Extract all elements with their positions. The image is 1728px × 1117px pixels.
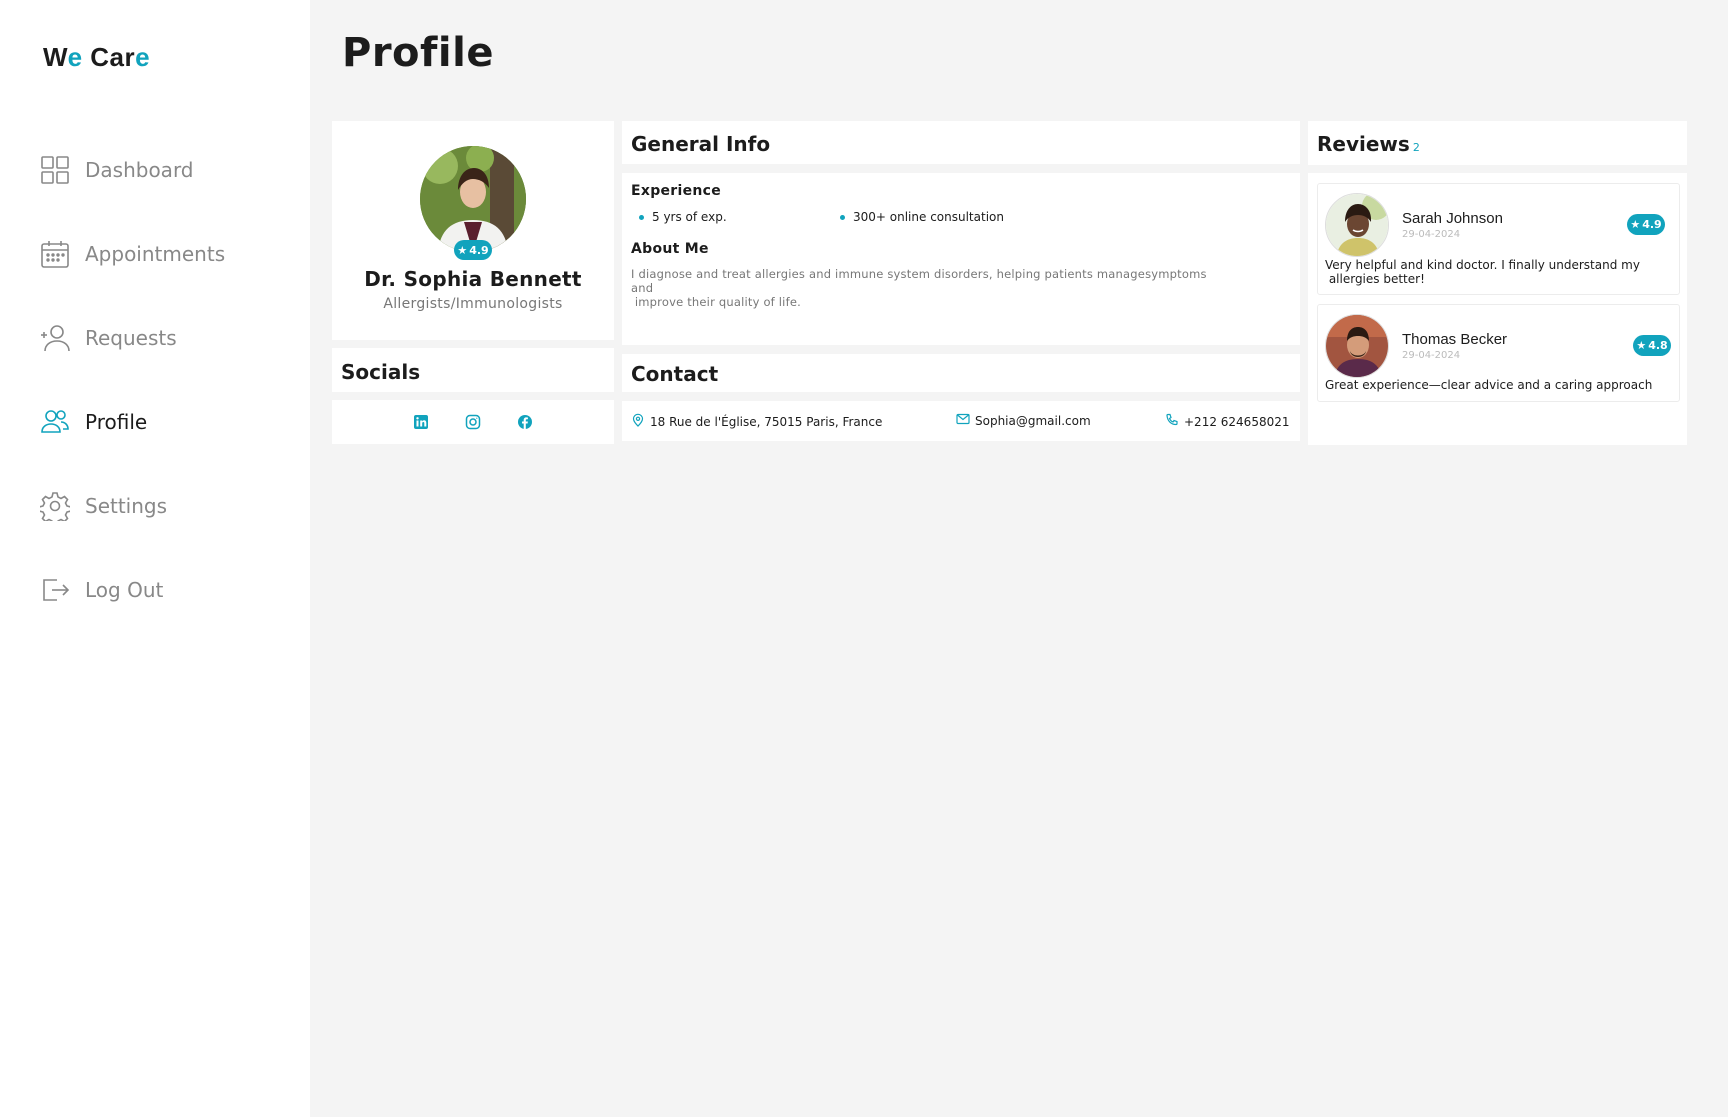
sidebar-item-settings[interactable]: Settings (40, 464, 300, 548)
contact-title: Contact (631, 362, 719, 386)
gear-icon (40, 491, 70, 521)
add-user-icon (40, 323, 70, 353)
linkedin-icon[interactable] (412, 413, 430, 431)
page-title: Profile (342, 30, 494, 76)
review-date: 29-04-2024 (1402, 229, 1461, 240)
sidebar-item-label: Dashboard (85, 158, 194, 182)
experience-item: 5 yrs of exp. (639, 210, 727, 224)
about-text: I diagnose and treat allergies and immun… (631, 267, 1207, 309)
users-icon (40, 407, 70, 437)
star-icon: ★ (457, 243, 468, 257)
socials-header: Socials (332, 348, 614, 392)
location-pin-icon (631, 413, 650, 430)
profile-card: ★ 4.9 Dr. Sophia Bennett Allergists/Immun… (332, 121, 614, 340)
logout-icon (40, 575, 70, 605)
doctor-name: Dr. Sophia Bennett (364, 267, 582, 291)
facebook-icon[interactable] (516, 413, 534, 431)
sidebar-item-appointments[interactable]: Appointments (40, 212, 300, 296)
sidebar-item-label: Requests (85, 326, 177, 350)
reviews-list: Sarah Johnson 29-04-2024 ★ 4.9 Very helpf… (1308, 173, 1687, 445)
doctor-avatar (420, 146, 526, 252)
contact-email[interactable]: Sophia@gmail.com (956, 412, 1091, 429)
reviewer-avatar (1325, 314, 1389, 378)
sidebar-item-label: Log Out (85, 578, 164, 602)
doctor-avatar-wrap: ★ 4.9 (420, 146, 526, 260)
socials-links (332, 400, 614, 444)
doctor-rating-badge: ★ 4.9 (454, 240, 492, 260)
sidebar-item-profile[interactable]: Profile (40, 380, 300, 464)
reviews-header: Reviews 2 (1308, 121, 1687, 165)
calendar-icon (40, 239, 70, 269)
contact-phone[interactable]: +212 624658021 (1165, 413, 1290, 430)
sidebar-item-label: Appointments (85, 242, 226, 266)
doctor-specialty: Allergists/Immunologists (383, 296, 563, 312)
general-info-title: General Info (631, 132, 771, 156)
review-card[interactable]: Thomas Becker 29-04-2024 ★ 4.8 Great expe… (1317, 304, 1680, 402)
experience-list: 5 yrs of exp. 300+ online consultation (631, 205, 1291, 235)
instagram-icon[interactable] (464, 413, 482, 431)
reviewer-name: Thomas Becker (1402, 331, 1508, 348)
review-text: Great experience—clear advice and a cari… (1325, 378, 1653, 392)
reviews-count: 2 (1412, 141, 1420, 154)
contact-address: 18 Rue de l'Église, 75015 Paris, France (631, 413, 882, 430)
bullet-icon (639, 214, 644, 220)
review-rating-badge: ★ 4.9 (1627, 214, 1665, 235)
experience-title: Experience (631, 183, 722, 199)
grid-icon (40, 155, 70, 185)
general-info-header: General Info (622, 121, 1300, 164)
star-icon: ★ (1630, 218, 1641, 231)
review-card[interactable]: Sarah Johnson 29-04-2024 ★ 4.9 Very helpf… (1317, 183, 1680, 295)
contact-body: 18 Rue de l'Église, 75015 Paris, France … (622, 401, 1300, 441)
sidebar-nav: Dashboard Appointments Requests Profile … (40, 128, 300, 632)
sidebar-item-logout[interactable]: Log Out (40, 548, 300, 632)
about-title: About Me (631, 241, 709, 257)
reviewer-avatar (1325, 193, 1389, 257)
sidebar-item-label: Profile (85, 410, 148, 434)
reviews-title: Reviews (1317, 132, 1410, 156)
sidebar: We Care Dashboard Appointments Requests … (0, 0, 310, 1117)
mail-icon (956, 412, 975, 429)
review-text: Very helpful and kind doctor. I finally … (1325, 258, 1640, 286)
contact-header: Contact (622, 354, 1300, 392)
bullet-icon (840, 214, 845, 220)
sidebar-item-requests[interactable]: Requests (40, 296, 300, 380)
reviewer-name: Sarah Johnson (1402, 210, 1503, 227)
general-info-body: Experience 5 yrs of exp. 300+ online con… (622, 173, 1300, 345)
review-date: 29-04-2024 (1402, 350, 1461, 361)
experience-item: 300+ online consultation (840, 210, 1004, 224)
sidebar-item-dashboard[interactable]: Dashboard (40, 128, 300, 212)
app-logo[interactable]: We Care (43, 42, 150, 73)
star-icon: ★ (1636, 339, 1647, 352)
phone-icon (1165, 413, 1184, 430)
review-rating-badge: ★ 4.8 (1633, 335, 1671, 356)
sidebar-item-label: Settings (85, 494, 168, 518)
socials-title: Socials (341, 360, 421, 384)
